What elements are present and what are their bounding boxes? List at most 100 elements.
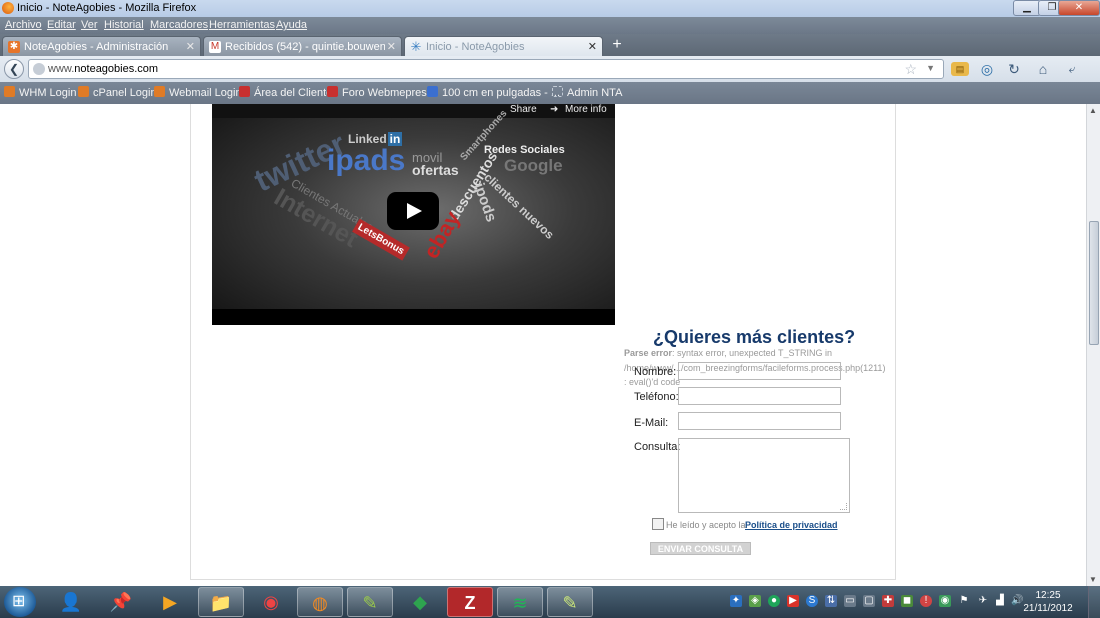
menu-ayuda[interactable]: Ayuda bbox=[276, 19, 307, 31]
nombre-field[interactable] bbox=[678, 362, 841, 380]
feed-addon-icon[interactable]: ▤ bbox=[951, 62, 969, 76]
pin-app-icon[interactable]: 📌 bbox=[98, 587, 144, 617]
bookmark-star-icon[interactable]: ☆ bbox=[904, 61, 917, 78]
file-explorer-icon[interactable]: 📁 bbox=[198, 587, 244, 617]
editor-icon[interactable]: ✎ bbox=[347, 587, 393, 617]
vertical-scrollbar[interactable]: ▲ ▼ bbox=[1086, 104, 1100, 586]
bookmark-label: cPanel Login bbox=[93, 87, 157, 99]
firefox-logo-icon bbox=[2, 2, 14, 14]
google-icon bbox=[427, 86, 438, 97]
user-app-icon[interactable]: 👤 bbox=[48, 587, 94, 617]
form-title: ¿Quieres más clientes? bbox=[653, 327, 856, 347]
bookmark-cpanel[interactable]: cPanel Login bbox=[78, 86, 157, 99]
alert-tray-icon[interactable]: ! bbox=[920, 595, 932, 607]
bookmark-area-cliente[interactable]: Área del Cliente bbox=[239, 86, 332, 99]
loading-spinner-icon: ✳ bbox=[410, 39, 422, 54]
antivirus-tray-icon[interactable]: ✚ bbox=[882, 595, 894, 607]
pin-tray-icon[interactable]: ✈ bbox=[977, 595, 989, 607]
sync-tray-icon[interactable]: ⇅ bbox=[825, 595, 837, 607]
cpanel-icon bbox=[154, 86, 165, 97]
filezilla-icon[interactable]: Z bbox=[447, 587, 493, 617]
address-bar[interactable]: www.noteagobies.com ☆ ▼ bbox=[28, 59, 944, 79]
vpn-tray-icon[interactable]: ● bbox=[768, 595, 780, 607]
spotify-icon[interactable]: ≋ bbox=[497, 587, 543, 617]
privacy-checkbox[interactable] bbox=[652, 518, 664, 530]
close-window-button[interactable]: ✕ bbox=[1058, 0, 1100, 16]
close-tab-icon[interactable]: ✕ bbox=[387, 40, 396, 53]
usb-tray-icon[interactable]: ▭ bbox=[844, 595, 856, 607]
minimize-button[interactable]: ▁ bbox=[1013, 0, 1041, 16]
bookmark-foro[interactable]: Foro Webmepresa bbox=[327, 86, 433, 99]
submit-button[interactable]: ENVIAR CONSULTA bbox=[650, 542, 751, 555]
tool-icon[interactable]: ◆ bbox=[397, 587, 443, 617]
privacy-policy-link[interactable]: Política de privacidad bbox=[745, 520, 838, 530]
tab-label: Recibidos (542) - quintie.bouwens@g... bbox=[225, 41, 385, 53]
bookmark-admin-nta[interactable]: Admin NTA bbox=[552, 86, 622, 99]
windows-taskbar: 👤 📌 ▶ 📁 ◉ ◍ ✎ ◆ Z ≋ ✎ ✦ ◈ ● ▶ S ⇅ ▭ ▢ ✚ … bbox=[0, 586, 1100, 618]
dropbox-tray-icon[interactable]: ✦ bbox=[730, 595, 742, 607]
cpanel-icon bbox=[4, 86, 15, 97]
page-icon bbox=[552, 86, 563, 97]
bookmark-label: 100 cm en pulgadas - ... bbox=[442, 87, 561, 99]
menu-editar[interactable]: Editar bbox=[47, 19, 76, 31]
chrome-icon[interactable]: ◉ bbox=[248, 587, 294, 617]
scroll-down-icon[interactable]: ▼ bbox=[1089, 575, 1097, 584]
start-button[interactable] bbox=[4, 587, 36, 617]
youtube-video-player[interactable]: Share ➜ More info twitter Linked in ipads… bbox=[212, 104, 615, 325]
scroll-up-icon[interactable]: ▲ bbox=[1089, 106, 1097, 115]
email-field[interactable] bbox=[678, 412, 841, 430]
skype-tray-icon[interactable]: S bbox=[806, 595, 818, 607]
download-addon-icon[interactable]: ⤶ bbox=[1062, 60, 1082, 78]
show-desktop-button[interactable] bbox=[1088, 586, 1100, 618]
media-tray-icon[interactable]: ▶ bbox=[787, 595, 799, 607]
volume-tray-icon[interactable]: 🔊 bbox=[1011, 595, 1023, 607]
bookmark-webmail[interactable]: Webmail Login bbox=[154, 86, 242, 99]
tab-inicio[interactable]: ✳ Inicio - NoteAgobies ✕ bbox=[404, 36, 603, 56]
bookmarks-bar: WHM Login cPanel Login Webmail Login Áre… bbox=[0, 82, 1100, 104]
bandwidth-tray-icon[interactable]: ◼ bbox=[901, 595, 913, 607]
email-label: E-Mail: bbox=[634, 417, 669, 429]
telefono-field[interactable] bbox=[678, 387, 841, 405]
video-control-bar[interactable] bbox=[212, 309, 615, 325]
consulta-textarea[interactable] bbox=[678, 438, 850, 513]
menu-bar: Archivo Editar Ver Historial Marcadores … bbox=[0, 17, 1100, 34]
network-app-tray-icon[interactable]: ◈ bbox=[749, 595, 761, 607]
video-more-info-button[interactable]: More info bbox=[565, 104, 607, 115]
search-addon-icon[interactable]: ◎ bbox=[977, 60, 997, 78]
media-player-icon[interactable]: ▶ bbox=[147, 587, 193, 617]
menu-herramientas[interactable]: Herramientas bbox=[209, 19, 275, 31]
video-play-button[interactable] bbox=[387, 192, 439, 230]
window-title: Inicio - NoteAgobies - Mozilla Firefox bbox=[17, 2, 197, 14]
back-button[interactable]: ❮ bbox=[4, 59, 24, 79]
tab-gmail[interactable]: M Recibidos (542) - quintie.bouwens@g...… bbox=[203, 36, 402, 56]
remote-tray-icon[interactable]: ◉ bbox=[939, 595, 951, 607]
consulta-label: Consulta: bbox=[634, 441, 681, 453]
menu-archivo[interactable]: Archivo bbox=[5, 19, 42, 31]
signal-tray-icon[interactable]: ▟ bbox=[994, 595, 1006, 607]
privacy-checkbox-label: He leído y acepto la bbox=[666, 520, 746, 530]
home-icon[interactable]: ⌂ bbox=[1033, 60, 1053, 78]
flag-tray-icon[interactable]: ⚑ bbox=[958, 595, 970, 607]
more-info-icon[interactable]: ➜ bbox=[550, 104, 558, 115]
tab-administracion[interactable]: ✱ NoteAgobies - Administración ✕ bbox=[2, 36, 201, 56]
close-tab-icon[interactable]: ✕ bbox=[186, 40, 195, 53]
bookmark-pulgadas[interactable]: 100 cm en pulgadas - ... bbox=[427, 86, 560, 99]
video-word: ofertas bbox=[412, 162, 459, 178]
notepad-icon[interactable]: ✎ bbox=[547, 587, 593, 617]
reload-icon[interactable]: ↻ bbox=[1004, 60, 1024, 78]
window-title-bar: Inicio - NoteAgobies - Mozilla Firefox ▁… bbox=[0, 0, 1100, 17]
firefox-icon[interactable]: ◍ bbox=[297, 587, 343, 617]
scrollbar-thumb[interactable] bbox=[1089, 221, 1099, 345]
clock[interactable]: 12:25 21/11/2012 bbox=[1023, 589, 1073, 615]
history-dropdown-icon[interactable]: ▼ bbox=[926, 63, 935, 73]
joomla-icon: ✱ bbox=[8, 41, 20, 53]
menu-historial[interactable]: Historial bbox=[104, 19, 144, 31]
site-identity-icon[interactable] bbox=[33, 63, 45, 75]
display-tray-icon[interactable]: ▢ bbox=[863, 595, 875, 607]
menu-marcadores[interactable]: Marcadores bbox=[150, 19, 208, 31]
new-tab-button[interactable]: + bbox=[606, 36, 628, 54]
menu-ver[interactable]: Ver bbox=[81, 19, 98, 31]
video-share-button[interactable]: Share bbox=[510, 104, 537, 115]
bookmark-whm[interactable]: WHM Login bbox=[4, 86, 76, 99]
close-tab-icon[interactable]: ✕ bbox=[588, 40, 597, 53]
